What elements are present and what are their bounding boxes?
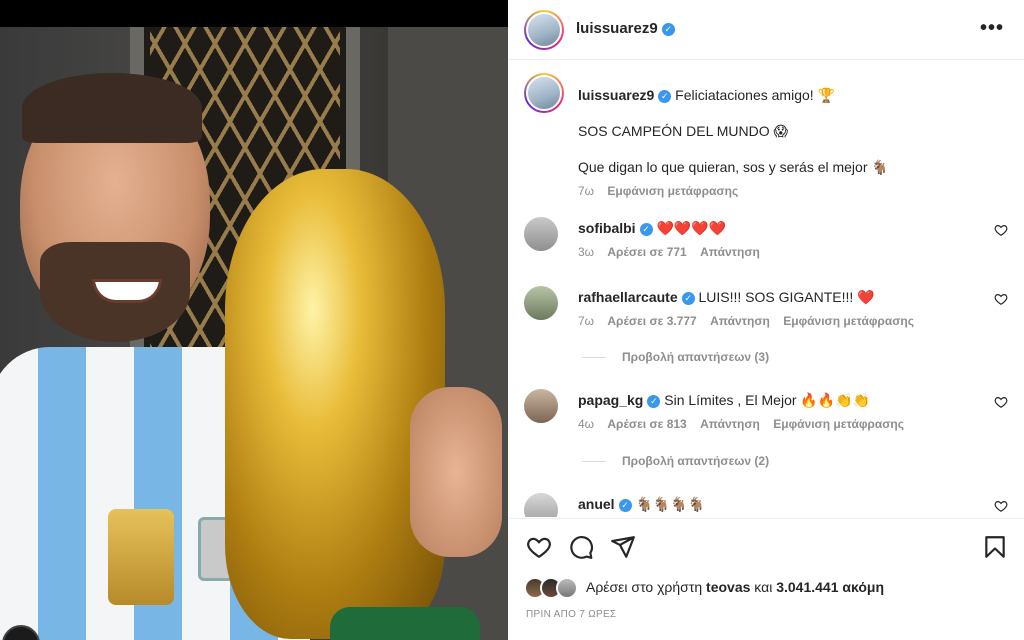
bookmark-icon[interactable]	[982, 534, 1008, 560]
caption-avatar[interactable]	[524, 73, 564, 113]
comment-likes-count[interactable]: Αρέσει σε 771	[607, 245, 686, 259]
comment-reply-link[interactable]: Απάντηση	[700, 245, 760, 259]
heart-icon[interactable]	[526, 534, 552, 560]
instagram-post-modal: luissuarez9 ✓ ••• luissuarez9 ✓ Feliciatac…	[0, 0, 1024, 640]
likes-summary[interactable]: Αρέσει στο χρήστη teovas και 3.041.441 α…	[524, 577, 1014, 599]
caption-translate-link[interactable]: Εμφάνιση μετάφρασης	[607, 184, 738, 198]
replies-divider-line	[582, 357, 606, 359]
author-username-text[interactable]: luissuarez9	[576, 20, 658, 37]
comment-body: papag_kg ✓ Sin Límites , El Mejor 🔥🔥👏👏 4ω…	[578, 391, 978, 433]
likes-user[interactable]: teovas	[706, 579, 750, 595]
caption-line-2: SOS CAMPEÓN DEL MUNDO 😱	[578, 123, 789, 139]
comment-text: ❤️❤️❤️❤️	[656, 220, 727, 236]
comment-body: sofibalbi ✓ ❤️❤️❤️❤️ 3ω Αρέσει σε 771 Απά…	[578, 219, 978, 261]
likes-text: Αρέσει στο χρήστη teovas και 3.041.441 α…	[586, 579, 884, 595]
comment-username[interactable]: rafhaellarcaute	[578, 289, 678, 305]
likes-count[interactable]: 3.041.441 ακόμη	[776, 579, 884, 595]
comment-text: Sin Límites , El Mejor 🔥🔥👏👏	[664, 392, 871, 408]
comment-meta: 3ω Αρέσει σε 771 Απάντηση	[578, 243, 978, 261]
view-replies-button[interactable]: Προβολή απαντήσεων (3)	[582, 350, 769, 364]
comment-like-heart-icon[interactable]	[994, 223, 1008, 237]
comment-time[interactable]: 7ω	[578, 314, 594, 328]
comment-body: rafhaellarcaute ✓ LUIS!!! SOS GIGANTE!!! …	[578, 288, 978, 330]
photo-world-cup-trophy	[225, 169, 445, 639]
comment-time[interactable]: 4ω	[578, 417, 594, 431]
author-avatar[interactable]	[524, 10, 564, 50]
comment-avatar[interactable]	[524, 493, 558, 517]
photo-hand-right	[410, 387, 502, 557]
comment-likes-count[interactable]: Αρέσει σε 3.777	[607, 314, 696, 328]
comment-avatar[interactable]	[524, 286, 558, 320]
comment-likes-count[interactable]: Αρέσει σε 813	[607, 417, 686, 431]
verified-icon: ✓	[639, 222, 653, 236]
post-action-bar	[508, 518, 1024, 574]
replies-divider-line	[582, 461, 606, 463]
post-header: luissuarez9 ✓ •••	[508, 0, 1024, 60]
view-replies-label[interactable]: Προβολή απαντήσεων (3)	[622, 350, 769, 364]
more-options-icon[interactable]: •••	[980, 17, 1004, 40]
comment-username[interactable]: sofibalbi	[578, 220, 636, 236]
photo-trophy-base	[330, 607, 480, 640]
caption-time[interactable]: 7ω	[578, 184, 594, 198]
comment-avatar[interactable]	[524, 389, 558, 423]
liker-avatar	[556, 577, 578, 599]
comment-avatar[interactable]	[524, 217, 558, 251]
comment-meta: 7ω Αρέσει σε 3.777 Απάντηση Εμφάνιση μετ…	[578, 312, 978, 330]
comment-body: anuel ✓ 🐐🐐🐐🐐	[578, 495, 978, 513]
comment-username[interactable]: anuel	[578, 496, 615, 512]
caption-username[interactable]: luissuarez9	[578, 87, 654, 103]
comment-meta: 4ω Αρέσει σε 813 Απάντηση Εμφάνιση μετάφ…	[578, 415, 978, 433]
comment-time[interactable]: 3ω	[578, 245, 594, 259]
caption-meta: 7ω Εμφάνιση μετάφρασης	[578, 182, 998, 200]
view-replies-button[interactable]: Προβολή απαντήσεων (2)	[582, 454, 769, 468]
caption-line-3: Que digan lo que quieran, sos y serás el…	[578, 159, 889, 175]
post-photo[interactable]	[0, 27, 508, 640]
photo-fifa-badge	[108, 509, 174, 605]
author-username[interactable]: luissuarez9 ✓	[576, 20, 675, 37]
view-replies-label[interactable]: Προβολή απαντήσεων (2)	[622, 454, 769, 468]
verified-icon: ✓	[658, 89, 672, 103]
post-timestamp[interactable]: ΠΡΙΝ ΑΠΟ 7 ΩΡΕΣ	[526, 609, 616, 620]
comment-like-heart-icon[interactable]	[994, 292, 1008, 306]
comment-icon[interactable]	[568, 534, 594, 560]
comment-text: 🐐🐐🐐🐐	[635, 496, 706, 512]
photo-hair	[22, 73, 202, 143]
comment-translate-link[interactable]: Εμφάνιση μετάφρασης	[783, 314, 914, 328]
comment-reply-link[interactable]: Απάντηση	[710, 314, 770, 328]
comment-translate-link[interactable]: Εμφάνιση μετάφρασης	[773, 417, 904, 431]
caption-line-1: Feliciataciones amigo! 🏆	[675, 87, 835, 103]
likers-avatars[interactable]	[524, 577, 584, 599]
verified-icon: ✓	[661, 22, 675, 36]
send-icon[interactable]	[610, 534, 636, 560]
comment-reply-link[interactable]: Απάντηση	[700, 417, 760, 431]
verified-icon: ✓	[618, 498, 632, 512]
verified-icon: ✓	[681, 291, 695, 305]
comment-like-heart-icon[interactable]	[994, 395, 1008, 409]
verified-icon: ✓	[647, 394, 661, 408]
comments-scroll-area[interactable]: luissuarez9 ✓ Feliciataciones amigo! 🏆 SO…	[508, 61, 1024, 517]
post-details-panel: luissuarez9 ✓ ••• luissuarez9 ✓ Feliciatac…	[508, 0, 1024, 640]
comment-text: LUIS!!! SOS GIGANTE!!! ❤️	[698, 289, 875, 305]
likes-conj: και	[754, 579, 773, 595]
caption-body: luissuarez9 ✓ Feliciataciones amigo! 🏆 SO…	[578, 86, 998, 200]
comment-username[interactable]: papag_kg	[578, 392, 643, 408]
comment-like-heart-icon[interactable]	[994, 499, 1008, 513]
likes-prefix: Αρέσει στο χρήστη	[586, 579, 703, 595]
